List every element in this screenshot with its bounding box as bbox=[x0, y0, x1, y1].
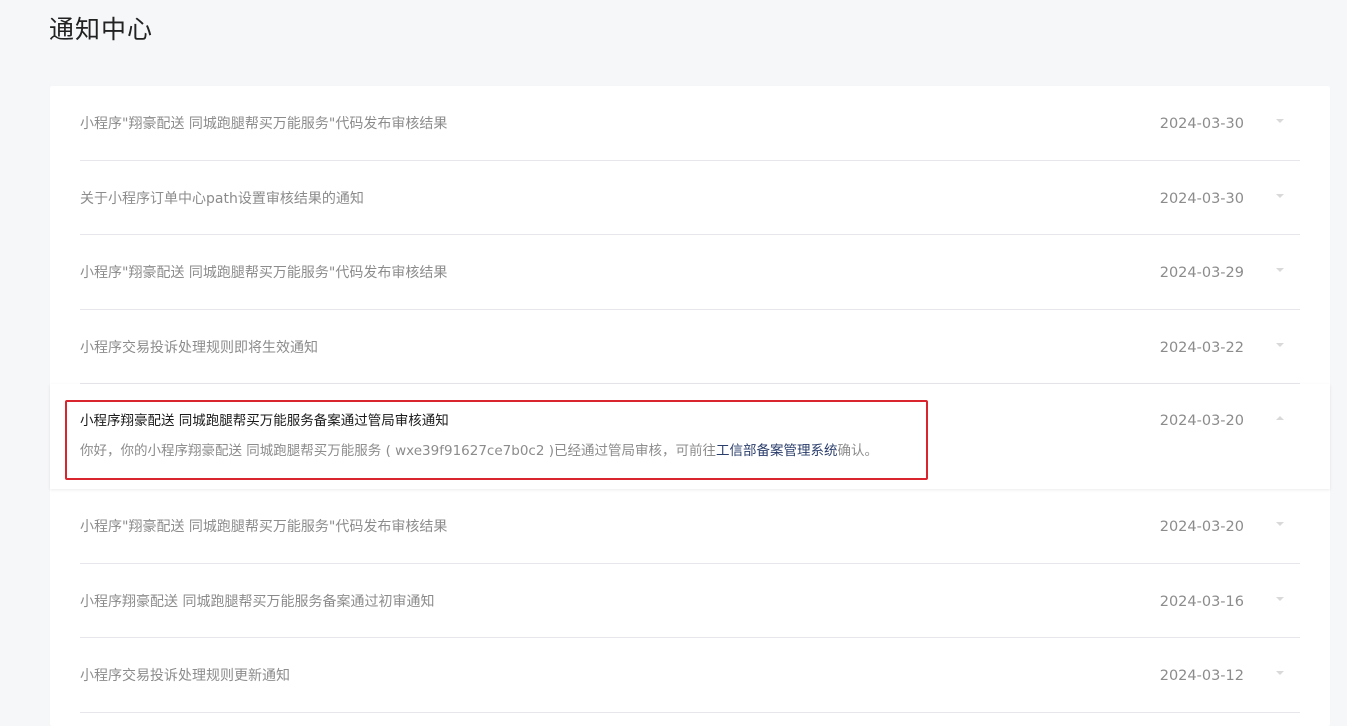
notice-date: 2024-03-16 bbox=[1159, 593, 1244, 610]
notice-title[interactable]: 小程序交易投诉处理规则更新通知 bbox=[80, 638, 290, 714]
notice-date: 2024-03-20 bbox=[1159, 519, 1244, 535]
chevron-up-icon[interactable] bbox=[1276, 416, 1284, 420]
notice-list: 小程序"翔豪配送 同城跑腿帮买万能服务"代码发布审核结果 2024-03-30 … bbox=[50, 86, 1330, 713]
notice-body-text: 你好，你的小程序翔豪配送 同城跑腿帮买万能服务 ( wxe39f91627ce7… bbox=[80, 443, 716, 459]
notice-title[interactable]: 小程序"翔豪配送 同城跑腿帮买万能服务"代码发布审核结果 bbox=[80, 235, 447, 311]
chevron-down-icon[interactable] bbox=[1276, 268, 1284, 272]
notice-title[interactable]: 小程序翔豪配送 同城跑腿帮买万能服务备案通过初审通知 bbox=[80, 564, 434, 640]
notice-title[interactable]: 小程序"翔豪配送 同城跑腿帮买万能服务"代码发布审核结果 bbox=[80, 86, 447, 162]
notice-item[interactable]: 小程序交易投诉处理规则更新通知 2024-03-12 bbox=[80, 638, 1300, 713]
chevron-down-icon[interactable] bbox=[1276, 342, 1284, 347]
page-title: 通知中心 bbox=[49, 15, 154, 44]
notice-title[interactable]: 小程序交易投诉处理规则即将生效通知 bbox=[80, 310, 318, 386]
notice-date: 2024-03-22 bbox=[1159, 339, 1244, 356]
notice-item[interactable]: 小程序交易投诉处理规则即将生效通知 2024-03-22 bbox=[80, 310, 1300, 386]
notice-date: 2024-03-30 bbox=[1159, 190, 1244, 207]
notice-title[interactable]: 小程序"翔豪配送 同城跑腿帮买万能服务"代码发布审核结果 bbox=[80, 489, 447, 565]
notice-date: 2024-03-20 bbox=[1159, 413, 1244, 429]
notice-item[interactable]: 小程序"翔豪配送 同城跑腿帮买万能服务"代码发布审核结果 2024-03-30 bbox=[80, 86, 1300, 161]
chevron-down-icon[interactable] bbox=[1276, 671, 1284, 675]
notice-date: 2024-03-30 bbox=[1159, 116, 1244, 132]
notice-item-expanded[interactable]: 小程序翔豪配送 同城跑腿帮买万能服务备案通过管局审核通知 2024-03-20 … bbox=[50, 384, 1330, 489]
chevron-down-icon[interactable] bbox=[1276, 522, 1284, 526]
chevron-down-icon[interactable] bbox=[1276, 596, 1284, 601]
notice-date: 2024-03-12 bbox=[1159, 668, 1244, 684]
chevron-down-icon[interactable] bbox=[1276, 193, 1284, 198]
notice-item[interactable]: 关于小程序订单中心path设置审核结果的通知 2024-03-30 bbox=[80, 161, 1300, 237]
notice-item[interactable]: 小程序"翔豪配送 同城跑腿帮买万能服务"代码发布审核结果 2024-03-29 bbox=[80, 235, 1300, 310]
notice-item[interactable]: 小程序翔豪配送 同城跑腿帮买万能服务备案通过初审通知 2024-03-16 bbox=[80, 564, 1300, 640]
notice-body-suffix: 确认。 bbox=[837, 443, 878, 459]
filing-system-link[interactable]: 工信部备案管理系统 bbox=[716, 443, 838, 459]
notice-title[interactable]: 关于小程序订单中心path设置审核结果的通知 bbox=[80, 161, 364, 237]
notice-item[interactable]: 小程序"翔豪配送 同城跑腿帮买万能服务"代码发布审核结果 2024-03-20 bbox=[80, 489, 1300, 564]
notice-panel: 小程序"翔豪配送 同城跑腿帮买万能服务"代码发布审核结果 2024-03-30 … bbox=[50, 86, 1330, 726]
notice-body: 你好，你的小程序翔豪配送 同城跑腿帮买万能服务 ( wxe39f91627ce7… bbox=[80, 441, 878, 461]
chevron-down-icon[interactable] bbox=[1276, 119, 1284, 123]
notice-date: 2024-03-29 bbox=[1159, 265, 1244, 281]
